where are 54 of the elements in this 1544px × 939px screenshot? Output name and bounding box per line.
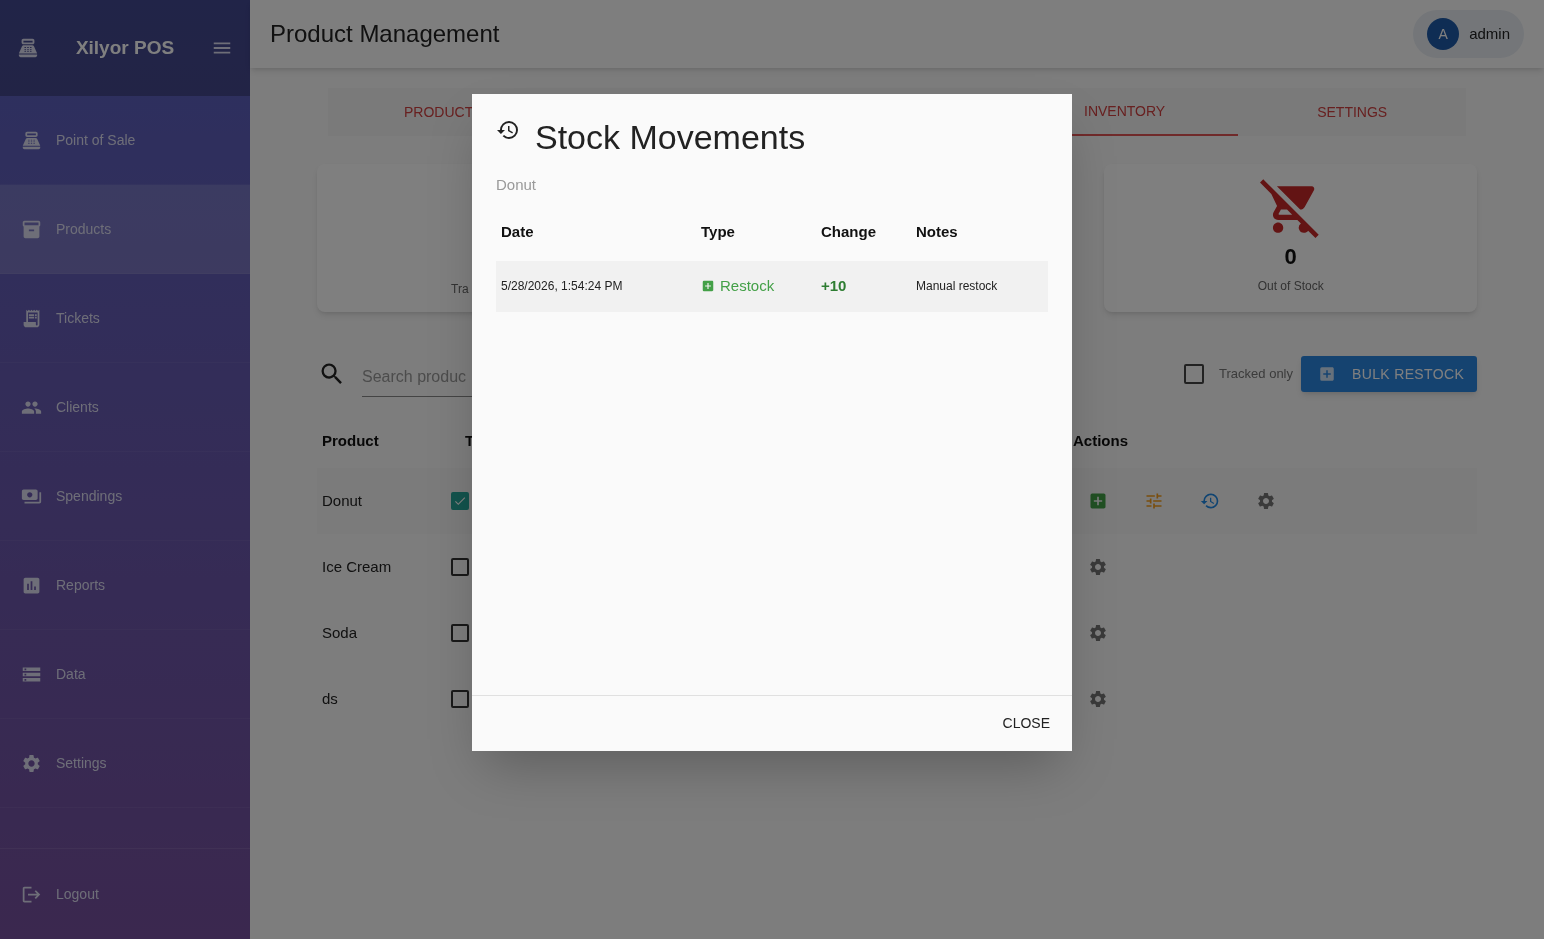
checkbox[interactable] — [451, 492, 469, 510]
settings-icon — [1088, 557, 1108, 577]
checkbox[interactable] — [451, 624, 469, 642]
nav-item[interactable]: Reports — [0, 541, 250, 630]
checkbox[interactable] — [1184, 364, 1205, 384]
nav-item[interactable]: Tickets — [0, 274, 250, 363]
checkbox[interactable] — [451, 690, 469, 708]
checkbox[interactable] — [451, 558, 469, 576]
user-chip[interactable]: A admin — [1413, 10, 1524, 58]
history-icon — [496, 118, 520, 142]
settings-icon — [1088, 623, 1108, 643]
close-button[interactable]: CLOSE — [994, 705, 1058, 742]
brand-name: Xilyor POS — [74, 35, 176, 60]
settings-icon — [1088, 689, 1108, 709]
user-name: admin — [1469, 23, 1510, 44]
table-cell-text: ds — [321, 688, 339, 709]
column-header: Actions — [1073, 430, 1129, 451]
nav-item[interactable]: Spendings — [0, 452, 250, 541]
stat-value: 0 — [1284, 243, 1297, 271]
page-title: Product Management — [270, 19, 500, 49]
nav-item[interactable]: Point of Sale — [0, 96, 250, 185]
table-cell-text: Manual restock — [916, 278, 999, 295]
table-cell-text: 5/28/2026, 1:54:24 PM — [501, 278, 624, 295]
column-header: Product — [321, 430, 380, 451]
history-icon — [1200, 491, 1220, 511]
bulk-restock-button[interactable]: BULK RESTOCK — [1301, 356, 1477, 392]
table-cell-text: +10 — [821, 275, 848, 296]
table-cell-text: Donut — [321, 490, 364, 511]
stat-label: Out of Stock — [1257, 278, 1324, 295]
nav-item[interactable]: Data — [0, 630, 250, 719]
checkbox-label: Tracked only — [1219, 365, 1293, 384]
stat-label: Tra — [451, 281, 469, 298]
table-cell-text: Soda — [321, 622, 359, 643]
column-header: Change — [821, 222, 877, 243]
crossed-cart-icon — [1259, 176, 1322, 238]
user-avatar: A — [1427, 18, 1460, 50]
nav-item[interactable]: Settings — [0, 719, 250, 808]
column-header: Type — [701, 222, 736, 243]
sliders-icon — [1144, 491, 1164, 511]
cash-register-icon — [21, 129, 42, 151]
nav-item[interactable]: Clients — [0, 363, 250, 452]
column-header: Notes — [916, 222, 959, 243]
logout-item[interactable]: Logout — [0, 849, 250, 939]
settings-icon — [21, 752, 42, 774]
settings-icon — [1256, 491, 1276, 511]
cash-register-icon — [17, 37, 39, 59]
receipt-icon — [21, 307, 42, 329]
dialog-subtitle: Donut — [496, 175, 538, 195]
tab[interactable]: SETTINGS — [1238, 88, 1466, 136]
table-cell-text: Ice Cream — [321, 556, 393, 577]
dialog-title: Stock Movements — [535, 117, 806, 158]
archive-box-icon — [21, 218, 42, 240]
movement-type: Restock — [701, 274, 821, 298]
column-header: Date — [501, 222, 535, 243]
